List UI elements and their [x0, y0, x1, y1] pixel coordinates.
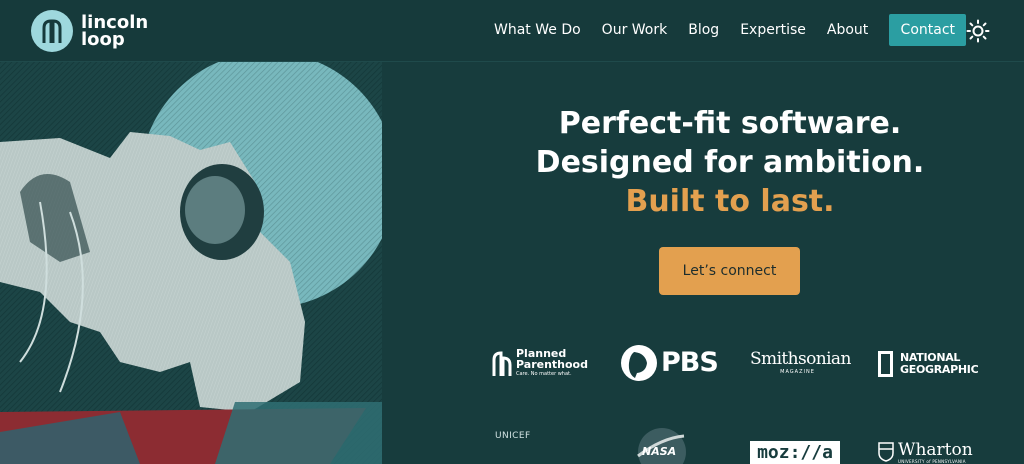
main-nav: What We Do Our Work Blog Expertise About… [494, 14, 967, 46]
pbs-logo: PBS [620, 344, 719, 382]
wharton-name: Wharton [898, 440, 973, 460]
lincoln-loop-logo-icon [31, 10, 73, 52]
nasa-wordmark: NASA [642, 445, 677, 458]
nav-what-we-do[interactable]: What We Do [494, 14, 581, 46]
planned-parenthood-icon [492, 351, 512, 376]
lets-connect-button[interactable]: Let’s connect [659, 247, 800, 295]
top-navigation-bar: lincoln loop What We Do Our Work Blog Ex… [0, 0, 1024, 62]
national-geographic-logo: NATIONAL GEOGRAPHIC [878, 350, 979, 378]
nav-expertise[interactable]: Expertise [740, 14, 806, 46]
unicef-label: UNICEF [495, 431, 531, 441]
wharton-shield-icon [878, 442, 894, 462]
nav-blog[interactable]: Blog [688, 14, 719, 46]
wharton-sub: UNIVERSITY of PENNSYLVANIA [898, 459, 966, 464]
contact-button[interactable]: Contact [889, 14, 967, 46]
natgeo-frame-icon [878, 351, 893, 377]
headline-accent: Built to last. [625, 184, 835, 219]
hero-headline: Perfect-fit software. Designed for ambit… [520, 104, 940, 221]
headline-line2: Designed for ambition. [535, 145, 925, 180]
logo-wordmark: lincoln loop [81, 14, 148, 50]
nav-about[interactable]: About [827, 14, 868, 46]
smithsonian-logo: Smithsonian MAGAZINE [750, 349, 851, 380]
logo-word-line2: loop [81, 29, 125, 50]
pp-tagline: Care. No matter what. [516, 371, 572, 377]
smithsonian-sub: MAGAZINE [780, 369, 815, 375]
astronaut-illustration [0, 62, 382, 464]
wharton-logo: Wharton UNIVERSITY of PENNSYLVANIA [878, 440, 973, 464]
smithsonian-name: Smithsonian [750, 349, 851, 369]
sun-icon[interactable] [966, 19, 990, 43]
natgeo-line2: GEOGRAPHIC [900, 363, 979, 376]
pbs-head-icon [621, 345, 657, 381]
nasa-logo: NASA [636, 428, 686, 464]
pbs-wordmark: PBS [661, 347, 719, 378]
planned-parenthood-logo: Planned Parenthood Care. No matter what. [491, 348, 591, 380]
client-logos: Planned Parenthood Care. No matter what.… [488, 338, 988, 464]
mozilla-logo: moz://a [750, 441, 840, 464]
pp-name-line2: Parenthood [516, 358, 588, 371]
headline-line1: Perfect-fit software. [558, 106, 902, 141]
lincoln-loop-logo[interactable]: lincoln loop [31, 10, 148, 52]
nav-our-work[interactable]: Our Work [602, 14, 668, 46]
page: lincoln loop What We Do Our Work Blog Ex… [0, 0, 1024, 464]
